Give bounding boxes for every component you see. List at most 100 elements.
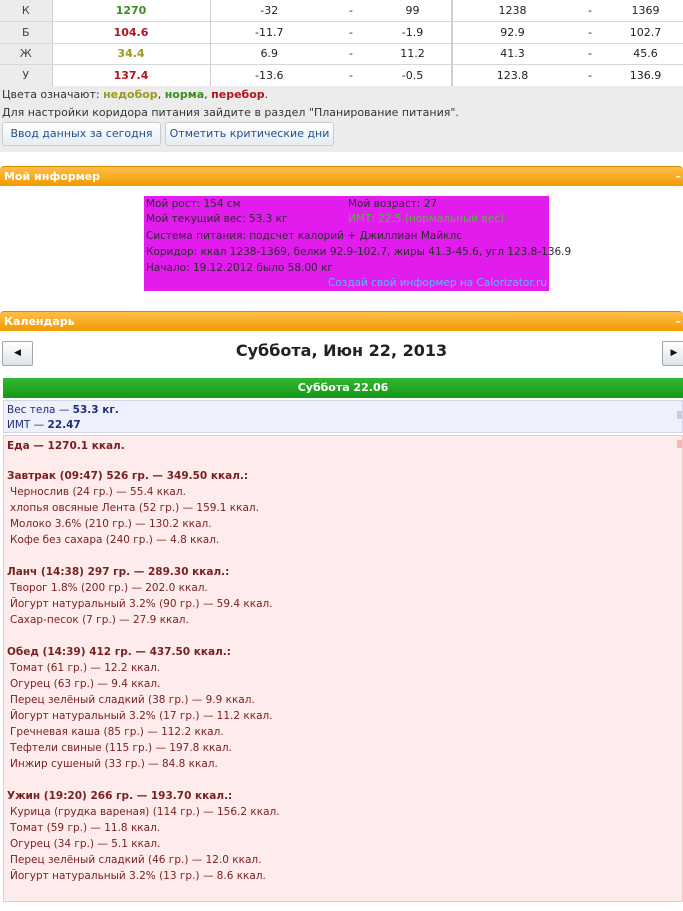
nutrient-label: Ж	[0, 43, 52, 65]
arrow-right-icon: ▶	[670, 348, 678, 358]
legend-over: перебор	[211, 88, 265, 101]
range-separator: -	[572, 0, 608, 22]
diff-separator: -	[328, 64, 374, 87]
food-item: Перец зелёный сладкий (38 гр.) — 9.9 кка…	[10, 694, 255, 706]
color-legend: Цвета означают: недобор, норма, перебор.	[2, 88, 269, 101]
nutrient-row: У 137.4 -13.6- -0.5 123.8-136.9	[0, 64, 683, 87]
food-item: Томат (61 гр.) — 12.2 ккал.	[10, 662, 161, 674]
weight-value: 53.3 кг.	[72, 404, 119, 416]
food-item: Кофе без сахара (240 гр.) — 4.8 ккал.	[10, 534, 220, 546]
range-max: 102.7	[608, 21, 683, 44]
arrow-left-icon: ◀	[14, 348, 21, 358]
food-item: Чернослив (24 гр.) — 55.4 ккал.	[10, 486, 186, 498]
collapse-icon[interactable]: –	[676, 167, 682, 186]
diff-max: -0.5	[374, 64, 452, 87]
food-item: Огурец (63 гр.) — 9.4 ккал.	[10, 678, 161, 690]
diff-min: 6.9	[209, 43, 328, 65]
range-max: 136.9	[608, 64, 683, 87]
range-max: 45.6	[608, 43, 683, 65]
food-item: Йогурт натуральный 3.2% (13 гр.) — 8.6 к…	[10, 870, 266, 882]
food-item: Гречневая каша (85 гр.) — 112.2 ккал.	[10, 726, 224, 738]
meal-header: Ужин (19:20) 266 гр. — 193.70 ккал.:	[7, 790, 233, 802]
legend-norm: норма	[164, 88, 205, 101]
food-item: Йогурт натуральный 3.2% (17 гр.) — 11.2 …	[10, 710, 273, 722]
diff-separator: -	[328, 0, 374, 22]
food-item: Инжир сушеный (33 гр.) — 84.8 ккал.	[10, 758, 218, 770]
diff-max: -1.9	[374, 21, 452, 44]
body-weight: Вес тела — 53.3 кг.	[7, 403, 682, 418]
enter-today-button[interactable]: Ввод данных за сегодня	[2, 122, 161, 146]
informer-corridor: Коридор: ккал 1238-1369, белки 92.9-102.…	[146, 246, 572, 258]
range-min: 123.8	[451, 64, 572, 87]
range-separator: -	[572, 43, 608, 65]
range-min: 92.9	[451, 21, 572, 44]
food-item: Курица (грудка вареная) (114 гр.) — 156.…	[10, 806, 280, 818]
food-item: Йогурт натуральный 3.2% (90 гр.) — 59.4 …	[10, 598, 273, 610]
diff-min: -13.6	[209, 64, 328, 87]
day-header: Суббота 22.06	[3, 378, 683, 398]
informer-link[interactable]: Создай свой информер на Calorizator.ru	[328, 276, 547, 290]
informer-weight: Мой текущий вес: 53.3 кг	[146, 213, 288, 225]
meal-header: Завтрак (09:47) 526 гр. — 349.50 ккал.:	[7, 470, 249, 482]
food-item: Молоко 3.6% (210 гр.) — 130.2 ккал.	[10, 518, 212, 530]
calendar-header[interactable]: Календарь –	[0, 311, 683, 331]
informer-height: Мой рост: 154 см	[146, 198, 241, 210]
informer-start: Начало: 19.12.2012 было 58.00 кг	[146, 262, 333, 274]
calendar-date: Суббота, Июн 22, 2013	[235, 341, 448, 360]
nutrient-row: Б 104.6 -11.7- -1.9 92.9-102.7	[0, 21, 683, 44]
diff-max: 99	[374, 0, 452, 22]
food-item: Томат (59 гр.) — 11.8 ккал.	[10, 822, 161, 834]
prev-day-button[interactable]: ◀	[2, 341, 33, 366]
nutrient-row: К 1270 -32-99 1238-1369	[0, 0, 683, 22]
bmi-value: 22.47	[47, 419, 81, 431]
collapse-icon[interactable]: –	[676, 312, 682, 331]
diff-min: -32	[209, 0, 328, 22]
diff-max: 11.2	[374, 43, 452, 65]
informer-header-title: Мой информер	[4, 170, 101, 183]
nutrient-value: 34.4	[51, 43, 210, 65]
range-separator: -	[572, 21, 608, 44]
edit-icon[interactable]	[677, 411, 682, 419]
informer-system: Система питания: подсчет калорий + Джилл…	[146, 230, 462, 242]
legend-under: недобор	[103, 88, 158, 101]
nutrient-label: У	[0, 64, 52, 87]
meal-header: Обед (14:39) 412 гр. — 437.50 ккал.:	[7, 646, 231, 658]
meal-header: Ланч (14:38) 297 гр. — 289.30 ккал.:	[7, 566, 230, 578]
nutrient-value: 137.4	[51, 64, 210, 87]
food-total: Еда — 1270.1 ккал.	[7, 440, 125, 452]
body-bmi: ИМТ — 22.47	[7, 418, 682, 433]
diff-separator: -	[328, 43, 374, 65]
food-item: Сахар-песок (7 гр.) — 27.9 ккал.	[10, 614, 189, 626]
range-max: 1369	[608, 0, 683, 22]
nutrient-row: Ж 34.4 6.9-11.2 41.3-45.6	[0, 43, 683, 65]
food-item: Тефтели свиные (115 гр.) — 197.8 ккал.	[10, 742, 232, 754]
range-separator: -	[572, 64, 608, 87]
calendar-header-title: Календарь	[4, 315, 75, 328]
diff-separator: -	[328, 21, 374, 44]
diff-min: -11.7	[209, 21, 328, 44]
food-item: Творог 1.8% (200 гр.) — 202.0 ккал.	[10, 582, 208, 594]
corridor-hint: Для настройки коридора питания зайдите в…	[2, 106, 459, 119]
nutrient-label: Б	[0, 21, 52, 44]
nutrient-label: К	[0, 0, 52, 22]
informer-age: Мой возраст: 27	[348, 198, 438, 210]
edit-icon[interactable]	[677, 440, 682, 448]
food-item: хлопья овсяные Лента (52 гр.) — 159.1 кк…	[10, 502, 259, 514]
range-min: 1238	[451, 0, 572, 22]
weight-prefix: Вес тела —	[7, 404, 73, 416]
legend-prefix: Цвета означают:	[2, 88, 100, 101]
food-item: Огурец (34 гр.) — 5.1 ккал.	[10, 838, 161, 850]
food-diary: Еда — 1270.1 ккал. Завтрак (09:47) 526 г…	[3, 435, 683, 902]
body-stats: Вес тела — 53.3 кг. ИМТ — 22.47	[3, 400, 683, 433]
next-day-button[interactable]: ▶	[662, 341, 683, 366]
informer-header[interactable]: Мой информер –	[0, 166, 683, 186]
critical-days-button[interactable]: Отметить критические дни	[165, 122, 334, 146]
nutrient-table: К 1270 -32-99 1238-1369 Б 104.6 -11.7- -1.9 92.9…	[0, 0, 683, 87]
informer-bmi: ИМТ: 22.5 (нормальный вес)	[348, 213, 505, 225]
informer-widget[interactable]: Мой рост: 154 см Мой возраст: 27 Мой тек…	[144, 196, 571, 291]
nutrient-value: 104.6	[51, 21, 210, 44]
bmi-prefix: ИМТ —	[7, 419, 48, 431]
food-item: Перец зелёный сладкий (46 гр.) — 12.0 кк…	[10, 854, 262, 866]
range-min: 41.3	[451, 43, 572, 65]
nutrient-value: 1270	[51, 0, 210, 22]
